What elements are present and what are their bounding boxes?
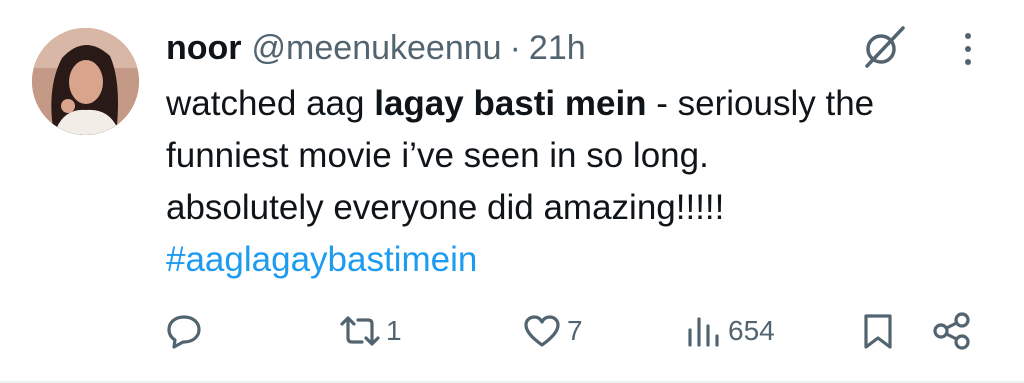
heart-icon (521, 310, 563, 352)
like-button[interactable]: 7 (521, 306, 583, 356)
views-button[interactable]: 654 (684, 306, 775, 356)
tweet-text: watched aag lagay basti mein - seriously… (166, 78, 1006, 286)
bold-movie-title: lagay basti mein (374, 84, 647, 123)
views-count: 654 (728, 315, 775, 346)
reply-icon (163, 310, 205, 352)
tweet-text-line-2: funniest movie i’ve seen in so long. (166, 136, 709, 175)
tweet-text-line-1: watched aag lagay basti mein - seriously… (166, 84, 875, 123)
separator-dot: · (509, 28, 521, 67)
share-button[interactable] (930, 306, 974, 356)
reply-button[interactable] (163, 306, 205, 356)
retweet-count: 1 (386, 315, 402, 346)
timestamp[interactable]: 21h (529, 29, 586, 68)
tweet-header: noor @meenukeennu · 21h (166, 26, 586, 70)
tweet-text-line-3: absolutely everyone did amazing!!!!! (166, 188, 725, 227)
bookmark-button[interactable] (860, 306, 896, 356)
retweet-button[interactable]: 1 (338, 306, 402, 356)
views-icon (684, 310, 724, 352)
hashtag-link[interactable]: #aaglagaybastimein (166, 234, 1006, 286)
action-bar: 1 7 654 (0, 306, 1024, 356)
author-name[interactable]: noor (166, 29, 242, 68)
like-count: 7 (567, 315, 583, 346)
grok-icon[interactable] (858, 22, 908, 72)
retweet-icon (338, 310, 382, 352)
author-handle[interactable]: @meenukeennu (252, 29, 502, 68)
bookmark-icon (860, 310, 896, 352)
avatar[interactable] (32, 28, 139, 135)
share-icon (930, 310, 974, 352)
tweet[interactable]: noor @meenukeennu · 21h watched aag laga… (0, 0, 1024, 383)
more-options-icon[interactable] (956, 30, 980, 68)
